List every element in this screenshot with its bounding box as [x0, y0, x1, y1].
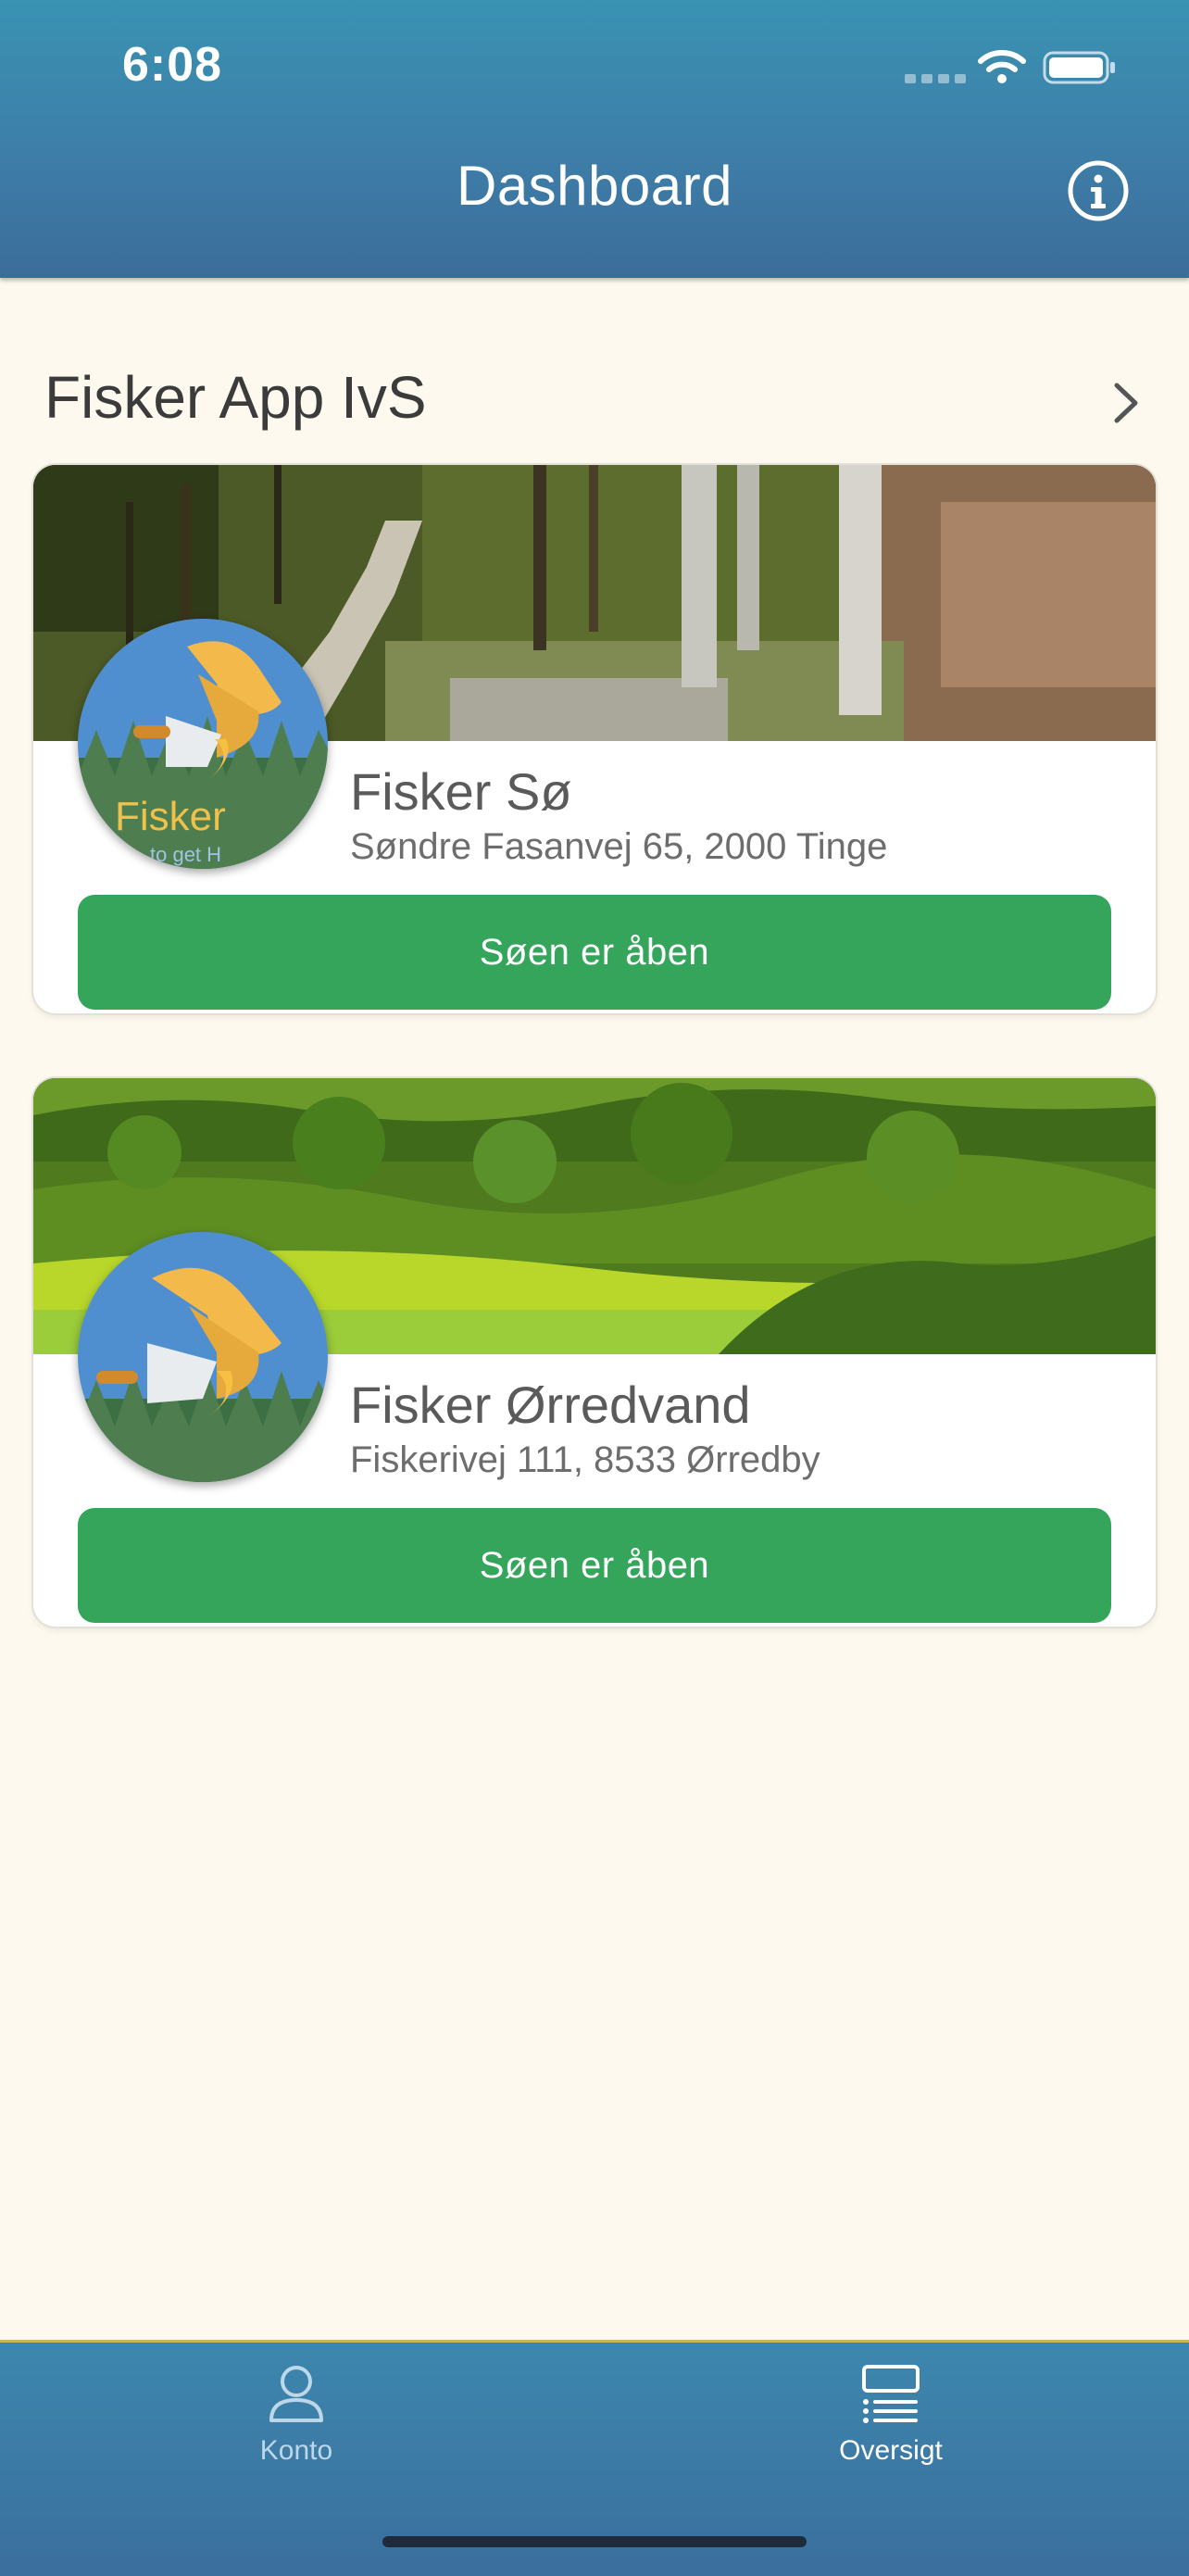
info-icon[interactable] [1067, 159, 1130, 222]
wifi-icon [978, 50, 1026, 83]
chevron-right-icon[interactable] [1109, 380, 1143, 426]
status-time: 6:08 [122, 38, 223, 92]
tab-label: Konto [259, 2435, 333, 2466]
lake-open-status-button[interactable]: Søen er åben [78, 895, 1111, 1010]
avatar-logo-subtext: to get H [150, 843, 221, 866]
lake-name: Fisker Sø [350, 762, 572, 821]
avatar-logo-text: Fisker [115, 794, 226, 839]
lake-open-status-button[interactable]: Søen er åben [78, 1508, 1111, 1623]
list-icon [862, 2365, 920, 2423]
navigation-header: 6:08 Dashboard [0, 0, 1189, 278]
page-title: Dashboard [456, 155, 733, 217]
tab-oversigt[interactable]: Oversigt [752, 2361, 1030, 2500]
lake-name: Fisker Ørredvand [350, 1376, 751, 1434]
person-icon [269, 2366, 323, 2422]
tab-konto[interactable]: Konto [157, 2361, 435, 2500]
lake-card[interactable]: Fisker Ørredvand Fiskerivej 111, 8533 Ør… [33, 1078, 1156, 1627]
tab-label: Oversigt [839, 2435, 943, 2466]
lake-logo-avatar: Fisker to get H [78, 619, 328, 869]
home-indicator [382, 2536, 807, 2547]
section-title: Fisker App IvS [44, 364, 427, 431]
lake-address: Fiskerivej 111, 8533 Ørredby [350, 1439, 820, 1480]
lake-card[interactable]: Fisker to get H Fisker Sø Søndre Fasanve… [33, 465, 1156, 1013]
lake-address: Søndre Fasanvej 65, 2000 Tinge [350, 826, 888, 867]
cellular-signal-icon [905, 74, 966, 83]
lake-logo-avatar [78, 1232, 328, 1482]
battery-icon [1043, 51, 1115, 84]
